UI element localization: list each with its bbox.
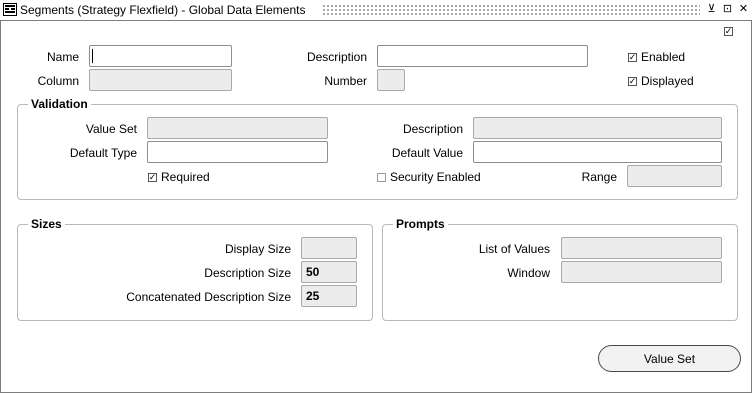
default-value-label: Default Value [391, 146, 463, 160]
validation-description-field[interactable] [473, 117, 722, 139]
enabled-check-box[interactable]: ✓ [628, 51, 637, 62]
security-enabled-label: Security Enabled [390, 170, 481, 184]
concatenated-description-size-label: Concatenated Description Size [126, 290, 291, 304]
value-set-button-label: Value Set [643, 351, 696, 366]
security-enabled-checkbox[interactable]: Security Enabled [377, 170, 481, 184]
validation-description-label: Description [402, 122, 463, 136]
security-enabled-check-box[interactable] [377, 172, 386, 182]
check-mark-icon: ✓ [628, 51, 637, 62]
default-type-label: Default Type [69, 146, 137, 160]
description-size-label: Description Size [204, 266, 291, 280]
number-field[interactable] [377, 69, 405, 91]
window-field[interactable] [561, 261, 722, 283]
range-field[interactable] [627, 165, 722, 187]
text-cursor [92, 49, 93, 63]
enabled-checkbox[interactable]: ✓ Enabled [628, 50, 685, 64]
required-checkbox[interactable]: ✓ Required [148, 170, 210, 184]
list-of-values-label: List of Values [478, 242, 550, 256]
required-label: Required [161, 170, 210, 184]
window-label: Window [507, 266, 550, 280]
concatenated-description-size-field-value: 25 [306, 289, 320, 303]
number-label: Number [324, 74, 367, 88]
displayed-checkbox[interactable]: ✓ Displayed [628, 74, 694, 88]
description-label: Description [306, 50, 367, 64]
description-field[interactable] [377, 45, 588, 67]
concatenated-description-size-field[interactable]: 25 [301, 285, 357, 307]
title-bar-pattern [322, 4, 700, 15]
maximize-icon[interactable]: ⊡ [721, 2, 734, 16]
name-label: Name [46, 50, 79, 64]
column-label: Column [37, 74, 79, 88]
title-bar: Segments (Strategy Flexfield) - Global D… [0, 0, 752, 21]
required-check-box[interactable]: ✓ [148, 171, 157, 182]
value-set-button[interactable]: Value Set [598, 345, 741, 372]
prompts-title: Prompts [393, 217, 448, 231]
check-mark-icon: ✓ [628, 75, 637, 86]
value-set-field[interactable] [147, 117, 328, 139]
default-value-field[interactable] [473, 141, 722, 163]
display-size-field[interactable] [301, 237, 357, 259]
top-right-checkbox[interactable]: ✓ [724, 27, 733, 36]
column-field[interactable] [89, 69, 232, 91]
check-mark-icon: ✓ [724, 26, 733, 36]
close-icon[interactable]: ✕ [737, 2, 750, 16]
default-type-field[interactable] [147, 141, 328, 163]
enabled-label: Enabled [641, 50, 686, 64]
minimize-icon[interactable]: ⊻ [705, 2, 718, 16]
displayed-check-box[interactable]: ✓ [628, 75, 637, 86]
range-label: Range [581, 170, 617, 184]
description-size-field-value: 50 [306, 265, 320, 279]
window-title: Segments (Strategy Flexfield) - Global D… [20, 3, 306, 17]
name-field[interactable] [89, 45, 232, 67]
description-size-field[interactable]: 50 [301, 261, 357, 283]
check-mark-icon: ✓ [148, 171, 157, 182]
displayed-label: Displayed [641, 74, 694, 88]
sizes-title: Sizes [28, 217, 65, 231]
oracle-app-icon [3, 3, 17, 16]
value-set-label: Value Set [85, 122, 137, 136]
list-of-values-field[interactable] [561, 237, 722, 259]
display-size-label: Display Size [224, 242, 291, 256]
validation-title: Validation [28, 97, 91, 111]
